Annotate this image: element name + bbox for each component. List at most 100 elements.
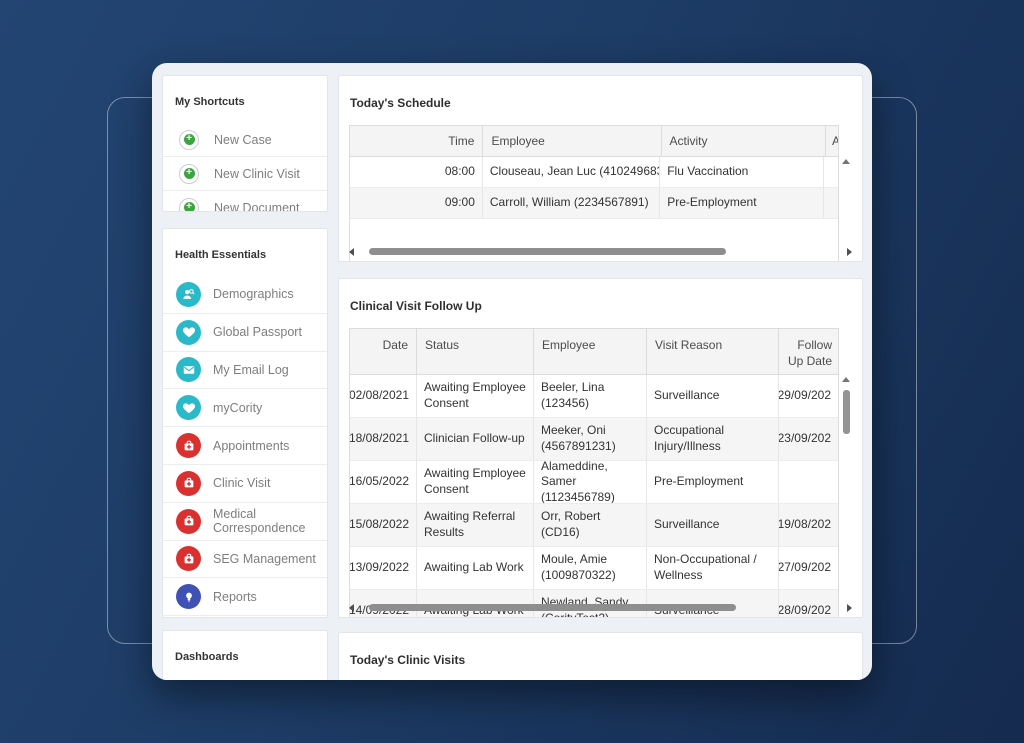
horizontal-scroll-track <box>359 603 842 612</box>
column-header-date[interactable]: Date <box>350 329 417 374</box>
health-essentials-title: Health Essentials <box>163 240 327 265</box>
table-row[interactable]: 18/08/2021Clinician Follow-upMeeker, Oni… <box>350 418 838 461</box>
table-row[interactable]: 15/08/2022Awaiting Referral ResultsOrr, … <box>350 504 838 547</box>
table-cell: 23/09/202 <box>779 418 838 460</box>
table-cell: Meeker, Oni (4567891231) <box>534 418 647 460</box>
sidebar-item-health-essentials[interactable]: Health Essentials <box>163 678 327 680</box>
horizontal-scrollbar[interactable] <box>349 601 852 614</box>
table-cell: Beeler, Lina (123456) <box>534 375 647 417</box>
column-header-time[interactable]: Time <box>350 126 483 156</box>
sidebar-item-query-builder[interactable]: Query Builder <box>163 615 327 618</box>
table-cell: Flu Vaccination <box>660 157 824 187</box>
table-row[interactable]: 09:00Carroll, William (2234567891)Pre-Em… <box>350 188 838 219</box>
sidebar-item-new-document[interactable]: +New Document <box>163 190 327 212</box>
sidebar-item-label: Global Passport <box>213 325 302 339</box>
column-header-employee[interactable]: Employee <box>483 126 661 156</box>
table-row[interactable]: 02/08/2021Awaiting Employee ConsentBeele… <box>350 375 838 418</box>
column-header-follow-up-date[interactable]: Follow Up Date <box>779 329 838 374</box>
table-row[interactable]: 16/05/2022Awaiting Employee ConsentAlame… <box>350 461 838 504</box>
column-header-ap[interactable]: Ap <box>826 126 838 156</box>
medical-bag-icon <box>176 433 201 458</box>
table-cell: Clouseau, Jean Luc (4102496831) <box>483 157 660 187</box>
scroll-up-icon[interactable] <box>842 159 850 164</box>
sidebar-item-label: My Email Log <box>213 363 289 377</box>
sidebar-item-label: Demographics <box>213 287 294 301</box>
data-grid: DateStatusEmployeeVisit ReasonFollow Up … <box>349 328 852 618</box>
sidebar-item-global-passport[interactable]: Global Passport <box>163 313 327 351</box>
medical-bag-icon <box>176 546 201 571</box>
scroll-right-icon[interactable] <box>847 604 852 612</box>
table-row[interactable]: 13/09/2022Awaiting Lab WorkMoule, Amie (… <box>350 547 838 590</box>
table-cell: Orr, Robert (CD16) <box>534 504 647 546</box>
table-cell: 19/08/202 <box>779 504 838 546</box>
todays-clinic-visits-title: Today's Clinic Visits <box>339 645 862 670</box>
sidebar-item-label: SEG Management <box>213 552 316 566</box>
sidebar-item-label: New Case <box>214 133 272 147</box>
table-cell: 02/08/2021 <box>350 375 417 417</box>
table-cell: Surveillance <box>647 504 779 546</box>
column-header-status[interactable]: Status <box>417 329 534 374</box>
sidebar-item-label: Reports <box>213 590 257 604</box>
table-cell: 16/05/2022 <box>350 461 417 503</box>
sidebar-item-label: New Clinic Visit <box>214 167 300 181</box>
data-grid: TimeEmployeeActivityAp08:00Clouseau, Jea… <box>349 125 852 262</box>
scroll-left-icon[interactable] <box>349 604 354 612</box>
table-cell: Awaiting Referral Results <box>417 504 534 546</box>
column-header-employee[interactable]: Employee <box>534 329 647 374</box>
envelope-icon <box>176 357 201 382</box>
table-cell: Awaiting Lab Work <box>417 547 534 589</box>
sidebar-item-mycority[interactable]: myCority <box>163 388 327 426</box>
table-cell: Alameddine, Samer (1123456789) <box>534 461 647 503</box>
table-cell <box>824 188 838 218</box>
table-cell: 08:00 <box>350 157 483 187</box>
scroll-right-icon[interactable] <box>847 248 852 256</box>
table-cell: Pre-Employment <box>647 461 779 503</box>
add-circle-icon: + <box>179 130 199 150</box>
sidebar-item-reports[interactable]: Reports <box>163 577 327 615</box>
column-header-visit-reason[interactable]: Visit Reason <box>647 329 779 374</box>
todays-schedule-panel: Today's Schedule TimeEmployeeActivityAp0… <box>338 75 863 262</box>
sidebar-item-label: Clinic Visit <box>213 476 270 490</box>
sidebar-item-demographics[interactable]: Demographics <box>163 276 327 313</box>
column-header-activity[interactable]: Activity <box>662 126 826 156</box>
vertical-scrollbar[interactable] <box>840 374 852 618</box>
sidebar-item-new-clinic-visit[interactable]: + New Clinic Visit <box>163 156 327 190</box>
horizontal-scrollbar[interactable] <box>349 245 852 258</box>
horizontal-scroll-thumb[interactable] <box>369 604 736 611</box>
heart-icon <box>176 320 201 345</box>
table-cell: Carroll, William (2234567891) <box>483 188 660 218</box>
scroll-up-icon[interactable] <box>842 377 850 382</box>
my-shortcuts-panel: My Shortcuts +New Case+New Clinic Visit+… <box>162 75 328 212</box>
table-cell: Awaiting Employee Consent <box>417 375 534 417</box>
sidebar-item-seg-management[interactable]: SEG Management <box>163 540 327 578</box>
table-cell: Non-Occupational / Wellness <box>647 547 779 589</box>
table-cell: 29/09/202 <box>779 375 838 417</box>
health-essentials-panel: Health Essentials Demographics Global Pas… <box>162 228 328 618</box>
table-cell: Awaiting Employee Consent <box>417 461 534 503</box>
add-circle-icon: + <box>179 164 199 184</box>
sidebar-item-new-case[interactable]: + New Case <box>163 123 327 156</box>
heart-icon <box>176 395 201 420</box>
medical-bag-icon <box>176 509 201 534</box>
sidebar-item-label: myCority <box>213 401 262 415</box>
horizontal-scroll-thumb[interactable] <box>369 248 726 255</box>
scroll-left-icon[interactable] <box>349 248 354 256</box>
sidebar-item-my-email-log[interactable]: My Email Log <box>163 351 327 389</box>
sidebar-item-clinic-visit[interactable]: Clinic Visit <box>163 464 327 502</box>
sidebar-item-appointments[interactable]: Appointments <box>163 426 327 464</box>
sidebar-item-label: Medical Correspondence <box>213 507 327 535</box>
todays-clinic-visits-panel: Today's Clinic Visits TimeEmployeeVisit … <box>338 632 863 680</box>
sidebar-item-label: Appointments <box>213 439 289 453</box>
table-cell: Pre-Employment <box>660 188 824 218</box>
lightbulb-icon <box>176 584 201 609</box>
table-cell: 27/09/202 <box>779 547 838 589</box>
sidebar-item-medical-correspondence[interactable]: Medical Correspondence <box>163 502 327 540</box>
table-cell: Surveillance <box>647 375 779 417</box>
medical-bag-icon <box>176 471 201 496</box>
clinical-visit-follow-up-title: Clinical Visit Follow Up <box>339 291 862 316</box>
table-cell <box>779 461 838 503</box>
dashboards-title: Dashboards <box>163 642 327 667</box>
vertical-scroll-thumb[interactable] <box>843 390 850 434</box>
table-row[interactable]: 08:00Clouseau, Jean Luc (4102496831)Flu … <box>350 157 838 188</box>
dashboards-panel: Dashboards Health Essentials <box>162 630 328 680</box>
